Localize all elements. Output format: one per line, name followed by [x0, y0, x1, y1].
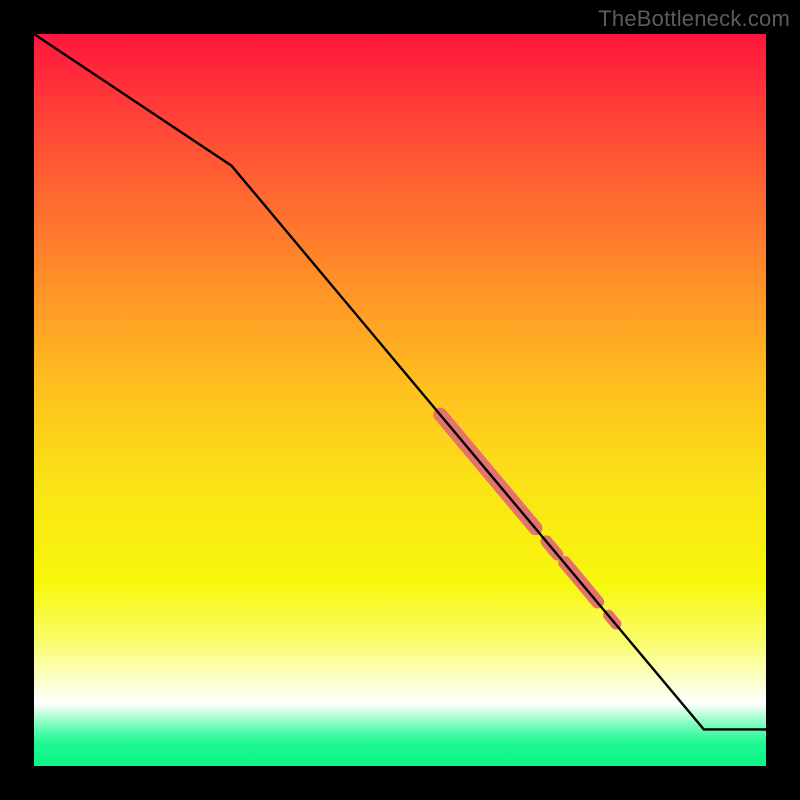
plot-area [34, 34, 766, 766]
bottleneck-curve [34, 34, 766, 729]
chart-frame: TheBottleneck.com [0, 0, 800, 800]
chart-overlay-svg [34, 34, 766, 766]
watermark-text: TheBottleneck.com [598, 6, 790, 32]
